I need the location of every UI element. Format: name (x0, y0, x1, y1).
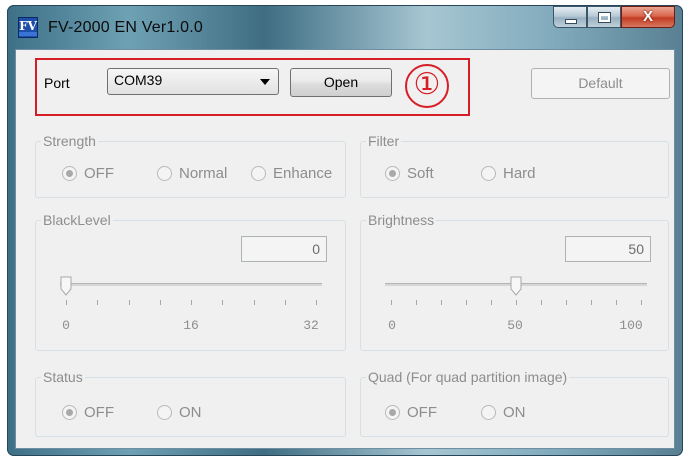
slider-tick (191, 300, 192, 305)
title-bar[interactable]: FV FV-2000 EN Ver1.0.0 X (7, 5, 683, 49)
radio-checked-icon (385, 166, 400, 181)
radio-unchecked-icon (157, 405, 172, 420)
radio-label: OFF (84, 404, 114, 421)
slider-tick (97, 300, 99, 305)
blacklevel-slider-track[interactable] (60, 283, 322, 286)
quad-off-radio[interactable]: OFF (385, 404, 437, 421)
brightness-value-field[interactable]: 50 (565, 236, 651, 262)
radio-label: Enhance (273, 165, 333, 182)
radio-unchecked-icon (157, 166, 172, 181)
minimize-icon (566, 20, 576, 23)
slider-tick (222, 300, 224, 305)
radio-unchecked-icon (481, 166, 496, 181)
radio-checked-icon (62, 166, 77, 181)
strength-group-title: Strength (41, 132, 98, 150)
brightness-tick-label: 50 (507, 318, 523, 333)
quad-on-radio[interactable]: ON (481, 404, 526, 421)
filter-hard-radio[interactable]: Hard (481, 165, 536, 182)
maximize-button[interactable] (587, 6, 621, 28)
maximize-icon (599, 13, 610, 22)
radio-checked-icon (385, 405, 400, 420)
slider-tick (641, 300, 642, 305)
slider-tick (284, 300, 286, 305)
window-title: FV-2000 EN Ver1.0.0 (48, 19, 204, 36)
radio-unchecked-icon (481, 405, 496, 420)
blacklevel-tick-label: 0 (62, 318, 70, 333)
slider-tick (66, 300, 67, 305)
close-icon: X (642, 8, 653, 25)
slider-tick (316, 300, 317, 305)
brightness-slider-thumb[interactable] (510, 276, 522, 296)
brightness-tick-label: 0 (388, 318, 396, 333)
slider-tick (253, 300, 255, 305)
slider-tick (416, 300, 417, 305)
strength-enhance-radio[interactable]: Enhance (251, 165, 332, 182)
filter-group-title: Filter (366, 132, 402, 150)
slider-tick (616, 300, 617, 305)
slider-tick (441, 300, 442, 305)
brightness-group-title: Brightness (366, 211, 437, 229)
slider-tick (491, 300, 492, 305)
strength-normal-radio[interactable]: Normal (157, 165, 227, 182)
slider-tick (391, 300, 392, 305)
radio-label: ON (503, 404, 526, 421)
radio-unchecked-icon (251, 166, 266, 181)
status-off-radio[interactable]: OFF (62, 404, 114, 421)
status-on-radio[interactable]: ON (157, 404, 202, 421)
close-button[interactable]: X (621, 6, 675, 28)
blacklevel-tick-label: 16 (183, 318, 199, 333)
slider-tick (566, 300, 567, 305)
quad-group-title: Quad (For quad partition image) (366, 368, 570, 386)
app-logo-icon: FV (18, 17, 38, 38)
blacklevel-tick-label: 32 (303, 318, 319, 333)
status-group-title: Status (41, 368, 85, 386)
slider-tick (466, 300, 467, 305)
slider-tick (128, 300, 130, 305)
radio-label: Hard (503, 165, 536, 182)
radio-label: Soft (407, 165, 434, 182)
slider-tick (541, 300, 542, 305)
blacklevel-group-title: BlackLevel (41, 211, 113, 229)
callout-number: ① (405, 64, 449, 108)
blacklevel-value-field[interactable]: 0 (241, 236, 327, 262)
radio-checked-icon (62, 405, 77, 420)
radio-label: OFF (84, 165, 114, 182)
slider-tick (516, 300, 517, 305)
slider-tick (591, 300, 592, 305)
strength-off-radio[interactable]: OFF (62, 165, 114, 182)
filter-soft-radio[interactable]: Soft (385, 165, 434, 182)
slider-tick (159, 300, 161, 305)
radio-label: ON (179, 404, 202, 421)
blacklevel-slider-thumb[interactable] (60, 276, 72, 296)
radio-label: OFF (407, 404, 437, 421)
brightness-tick-label: 100 (619, 318, 643, 333)
caption-buttons: X (553, 6, 675, 28)
radio-label: Normal (179, 165, 228, 182)
minimize-button[interactable] (553, 6, 587, 28)
default-button[interactable]: Default (531, 68, 670, 99)
